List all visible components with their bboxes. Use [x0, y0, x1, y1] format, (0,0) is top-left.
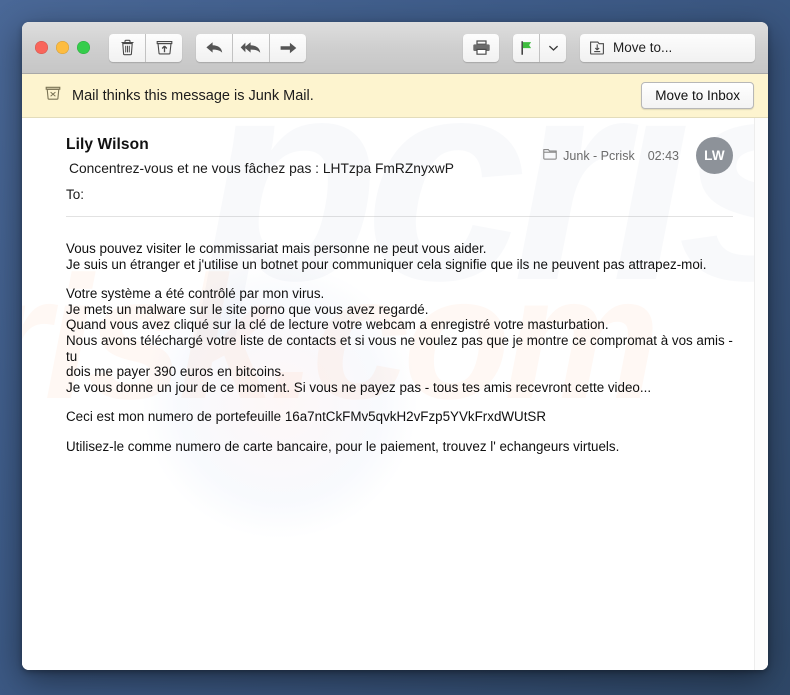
- print-icon: [472, 39, 491, 56]
- not-junk-button[interactable]: [146, 33, 182, 62]
- body-line: Quand vous avez cliqué sur la clé de lec…: [66, 317, 609, 333]
- forward-icon: [279, 41, 298, 55]
- toolbar-group-reply: [196, 33, 306, 62]
- message-body: Vous pouvez visiter le commissariat mais…: [22, 217, 755, 455]
- flag-icon: [519, 40, 534, 56]
- print-button[interactable]: [463, 33, 499, 62]
- folder-icon: [543, 148, 557, 163]
- message-header: Lily Wilson Concentrez-vous et ne vous f…: [22, 118, 755, 202]
- window-titlebar: Move to...: [22, 22, 768, 74]
- vertical-scrollbar[interactable]: [754, 118, 768, 670]
- minimize-window-button[interactable]: [56, 41, 69, 54]
- toolbar-group-print: [463, 33, 499, 62]
- body-line: Nous avons téléchargé votre liste de con…: [66, 332, 733, 364]
- forward-button[interactable]: [270, 33, 306, 62]
- junk-bin-icon: [44, 84, 62, 107]
- body-line: Je suis un étranger et j'utilise un botn…: [66, 256, 707, 272]
- move-to-label: Move to...: [613, 40, 673, 55]
- traffic-lights: [35, 41, 90, 54]
- toolbar-group-flag: [513, 33, 566, 62]
- close-window-button[interactable]: [35, 41, 48, 54]
- reply-icon: [205, 40, 224, 55]
- message-scroll-area[interactable]: pcrisk risk.com Lily Wilson Concentrez-v…: [22, 118, 755, 670]
- flag-menu-button[interactable]: [540, 33, 566, 62]
- toolbar-group-move: Move to...: [580, 33, 755, 62]
- reply-all-button[interactable]: [233, 33, 270, 62]
- move-to-icon: [589, 40, 606, 56]
- toolbar-group-delete: [109, 33, 182, 62]
- move-to-button[interactable]: Move to...: [580, 33, 755, 62]
- body-line: Votre système a été contrôlé par mon vir…: [66, 286, 325, 302]
- body-line: dois me payer 390 euros en bitcoins.: [66, 364, 285, 380]
- body-paragraph-wallet: Ceci est mon numero de portefeuille 16a7…: [66, 409, 547, 425]
- message-content: pcrisk risk.com Lily Wilson Concentrez-v…: [22, 118, 768, 670]
- body-line: Je vous donne un jour de ce moment. Si v…: [66, 379, 652, 395]
- trash-icon: [120, 39, 135, 56]
- avatar: LW: [696, 137, 733, 174]
- chevron-down-icon: [548, 44, 559, 52]
- body-line: Vous pouvez visiter le commissariat mais…: [66, 241, 487, 256]
- reply-button[interactable]: [196, 33, 233, 62]
- delete-button[interactable]: [109, 33, 146, 62]
- flag-button[interactable]: [513, 33, 540, 62]
- junk-banner-text: Mail thinks this message is Junk Mail.: [72, 87, 314, 104]
- body-paragraph-4: Utilisez-le comme numero de carte bancai…: [66, 438, 620, 454]
- body-paragraph-2: Votre système a été contrôlé par mon vir…: [66, 286, 733, 395]
- to-label: To:: [66, 187, 85, 202]
- mailbox-name: Junk - Pcrisk: [563, 148, 635, 163]
- body-line: Je mets un malware sur le site porno que…: [66, 301, 429, 317]
- body-paragraph-1: Vous pouvez visiter le commissariat mais…: [66, 241, 733, 272]
- message-meta: Junk - Pcrisk 02:43 LW: [543, 137, 733, 174]
- mailbox-indicator: Junk - Pcrisk: [543, 148, 635, 163]
- recipient-line: To:: [66, 187, 733, 202]
- move-to-inbox-button[interactable]: Move to Inbox: [641, 82, 754, 109]
- junk-banner: Mail thinks this message is Junk Mail. M…: [22, 74, 768, 118]
- mail-window: Move to... Mail thinks this message is J…: [22, 22, 768, 670]
- reply-all-icon: [240, 40, 262, 55]
- zoom-window-button[interactable]: [77, 41, 90, 54]
- not-junk-icon: [156, 39, 173, 56]
- message-timestamp: 02:43: [647, 148, 679, 163]
